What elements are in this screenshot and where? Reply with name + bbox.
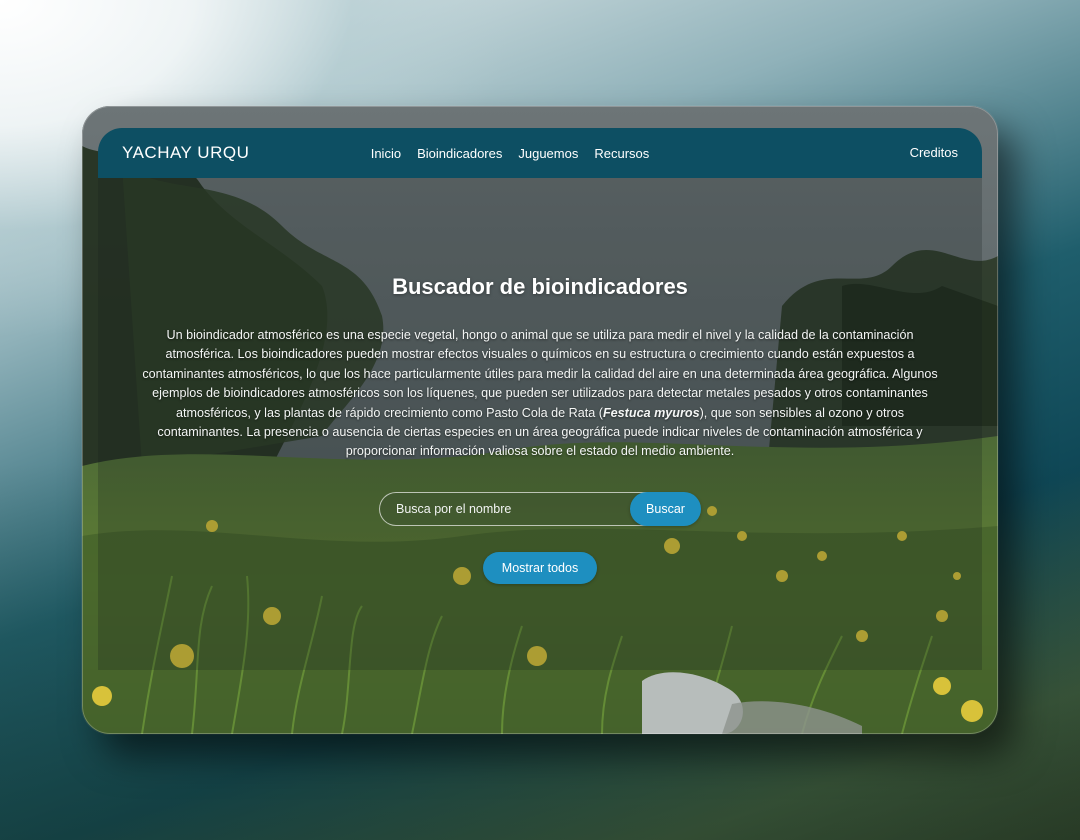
hero-description: Un bioindicador atmosférico es una espec… xyxy=(138,326,942,462)
brand-logo-text[interactable]: YACHAY URQU xyxy=(122,143,401,163)
page-title: Buscador de bioindicadores xyxy=(392,274,688,299)
show-all-button[interactable]: Mostrar todos xyxy=(483,552,597,584)
nav-link-creditos[interactable]: Creditos xyxy=(910,145,958,160)
search-bar: Buscar xyxy=(379,492,701,526)
navbar: YACHAY URQU Inicio Bioindicadores Juguem… xyxy=(98,128,982,178)
search-input[interactable] xyxy=(379,492,669,526)
nav-link-recursos[interactable]: Recursos xyxy=(594,146,649,161)
search-button[interactable]: Buscar xyxy=(630,492,701,526)
species-scientific-name: Festuca myuros xyxy=(602,405,700,420)
nav-link-juguemos[interactable]: Juguemos xyxy=(518,146,578,161)
browser-window: YACHAY URQU Inicio Bioindicadores Juguem… xyxy=(82,106,998,734)
nav-links: Inicio Bioindicadores Juguemos Recursos xyxy=(371,146,650,161)
nav-right: Creditos xyxy=(679,144,958,162)
nav-link-inicio[interactable]: Inicio xyxy=(371,146,401,161)
nav-link-bioindicadores[interactable]: Bioindicadores xyxy=(417,146,502,161)
